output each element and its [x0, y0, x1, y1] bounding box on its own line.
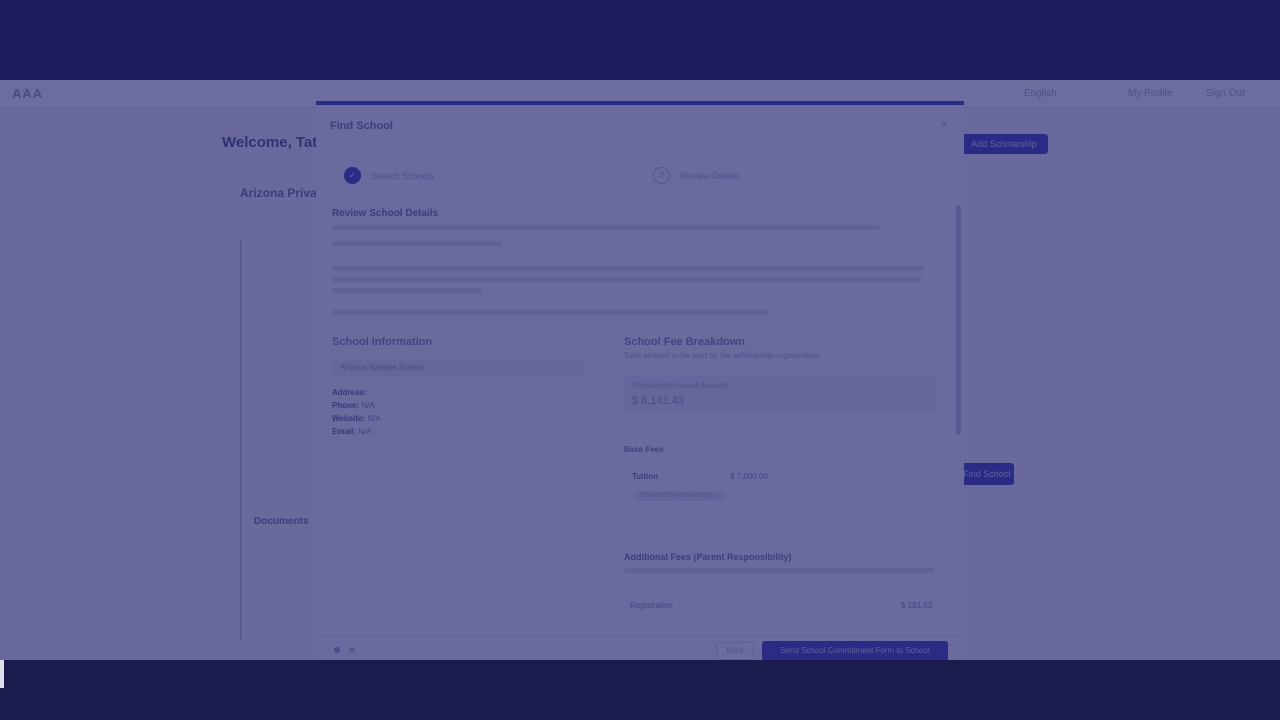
back-button[interactable]: Back	[716, 642, 754, 660]
bottom-bar	[0, 660, 1280, 720]
app-logo: AAA	[12, 86, 44, 101]
info-phone: Phone: N/A	[332, 401, 375, 410]
review-heading: Review School Details	[332, 208, 439, 219]
add-scholarship-button[interactable]: Add Scholarship	[960, 134, 1048, 154]
modal-footer: Back Send School Commitment Form to Scho…	[316, 635, 964, 660]
pager-dot	[349, 647, 355, 653]
additional-fees-title: Additional Fees (Parent Responsibility)	[624, 552, 792, 562]
step-search-schools[interactable]: ✓ Search Schools	[344, 167, 434, 184]
registration-label: Registration	[630, 601, 673, 610]
fee-breakdown-subtitle: Total amount to be paid by the scholarsh…	[624, 351, 820, 360]
tuition-note-badge: Covered by scholarship	[634, 491, 726, 501]
step-label: Review Details	[680, 170, 740, 181]
nav-language[interactable]: English	[1024, 88, 1057, 99]
find-school-button[interactable]: Find School	[960, 463, 1014, 485]
scholarship-amount-box: Scholarship Award Amount $ 8,141.43	[624, 375, 936, 413]
scholarship-label: Scholarship Award Amount	[632, 381, 728, 390]
program-card	[240, 240, 320, 640]
base-fees-title: Base Fees	[624, 445, 664, 454]
school-info-title: School Information	[332, 336, 433, 348]
welcome-heading: Welcome, Tate	[222, 134, 326, 151]
tuition-value: $ 7,000.00	[730, 472, 768, 481]
text-line	[624, 568, 934, 573]
documents-title: Documents	[254, 516, 309, 527]
nav-sign-out[interactable]: Sign Out	[1206, 88, 1245, 99]
step-review-details[interactable]: 2 Review Details	[653, 167, 740, 184]
fee-breakdown-title: School Fee Breakdown	[624, 336, 746, 348]
modal-scroll-area[interactable]: Review School Details School Information…	[316, 200, 956, 630]
tuition-label: Tuition	[632, 472, 659, 481]
find-school-modal: Find School × ✓ Search Schools 2 Review …	[316, 101, 964, 660]
text-line	[332, 277, 922, 282]
info-address: Address:	[332, 388, 367, 397]
modal-title: Find School	[330, 120, 393, 132]
info-website: Website: N/A	[332, 414, 381, 423]
step-number-icon: 2	[653, 167, 670, 184]
text-line	[332, 241, 502, 246]
text-line	[332, 288, 482, 293]
school-name-chip: Arizona Sample School	[332, 359, 584, 377]
program-title: Arizona Private	[240, 186, 328, 200]
text-line	[332, 266, 924, 271]
nav-profile[interactable]: My Profile	[1128, 88, 1172, 99]
send-commitment-form-button[interactable]: Send School Commitment Form to School	[762, 641, 948, 660]
scholarship-amount: $ 8,141.43	[632, 395, 684, 407]
text-line	[332, 310, 768, 315]
left-edge-strip	[0, 660, 4, 688]
step-label: Search Schools	[371, 170, 435, 181]
info-email: Email: N/A	[332, 427, 372, 436]
pager-dot-active	[334, 647, 340, 653]
close-icon[interactable]: ×	[940, 117, 948, 132]
scrollbar[interactable]	[956, 205, 961, 435]
text-line	[332, 225, 880, 230]
registration-value: $ 181.53	[901, 601, 933, 610]
check-icon: ✓	[344, 167, 361, 184]
